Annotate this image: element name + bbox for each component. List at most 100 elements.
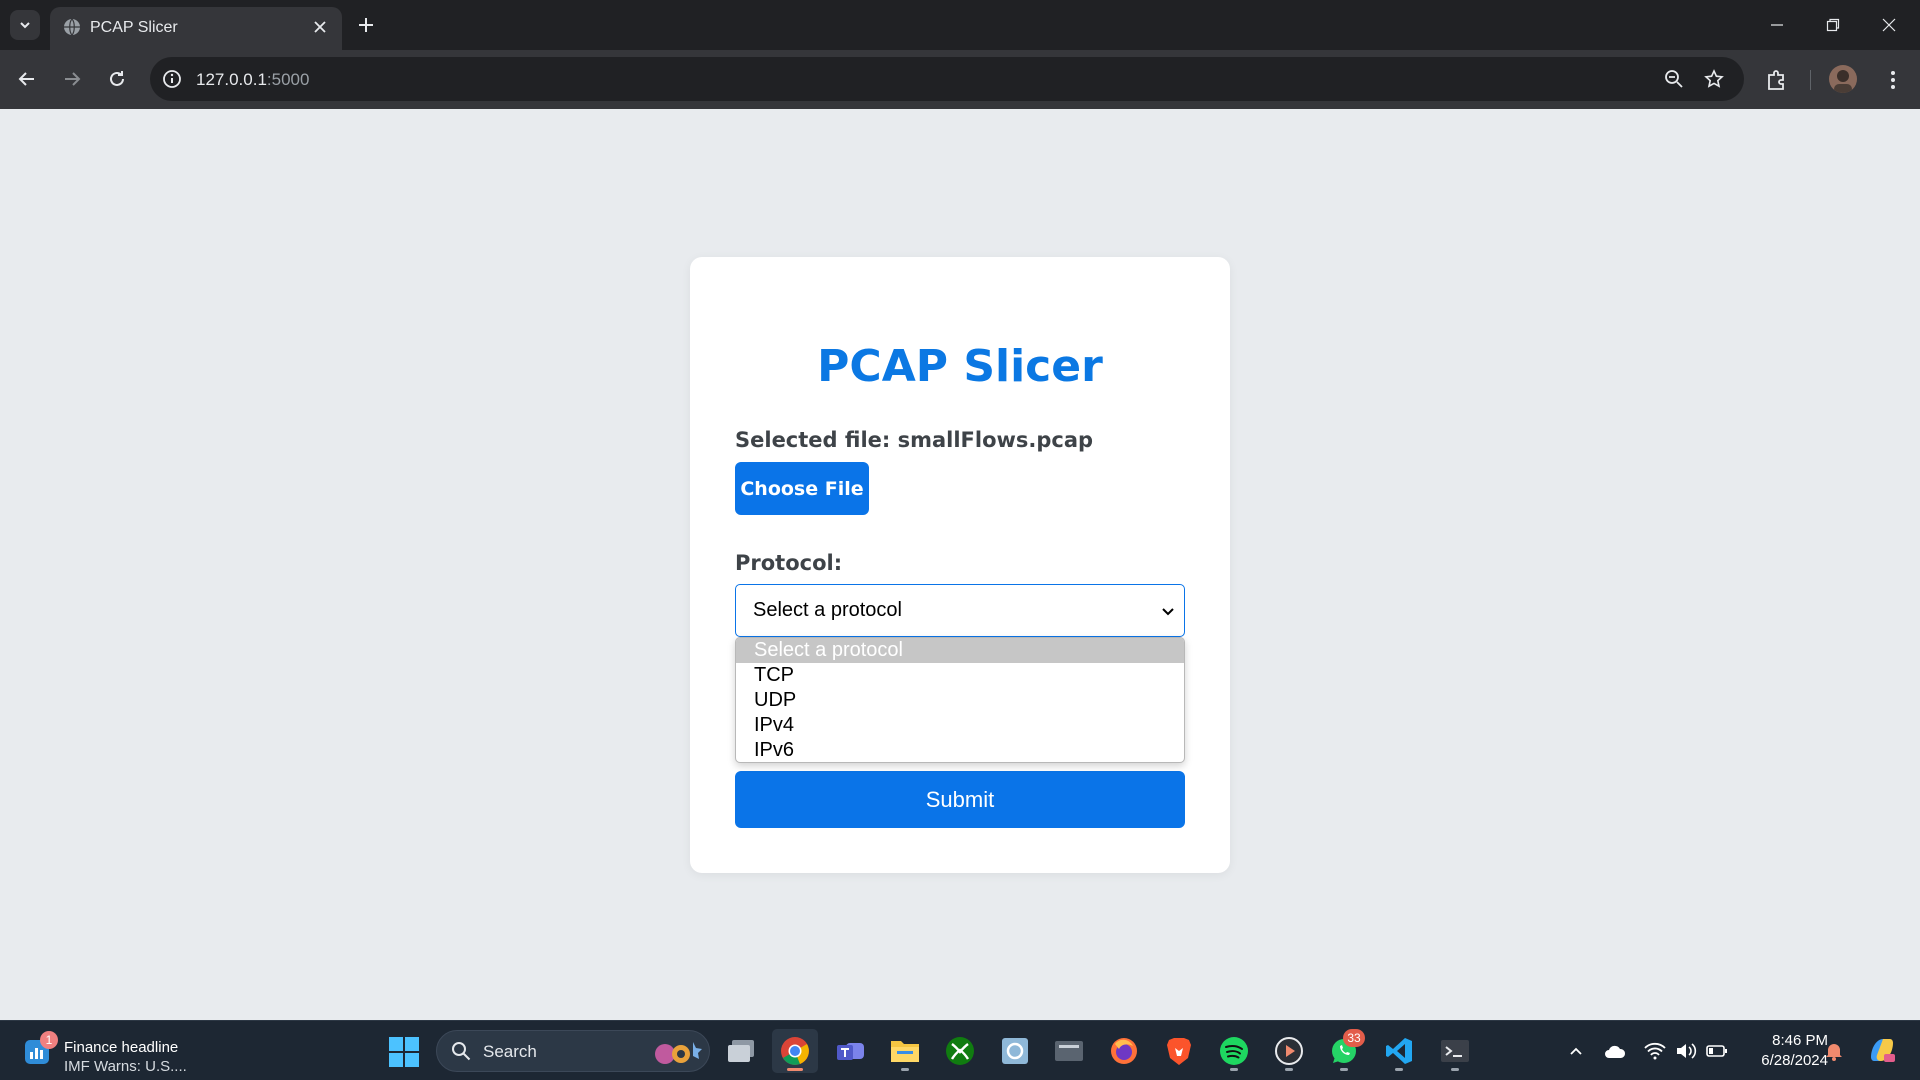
widget-badge: 1 [40,1031,58,1049]
clock-date: 6/28/2024 [1761,1052,1828,1069]
taskbar-search[interactable]: Search [436,1030,710,1072]
battery-icon [1706,1045,1727,1057]
tray-overflow-button[interactable] [1564,1039,1588,1063]
taskbar-task-view[interactable] [718,1029,764,1073]
minimize-button[interactable] [1749,0,1805,50]
tab-search-button[interactable] [10,10,40,40]
protocol-option-tcp[interactable]: TCP [736,663,1184,688]
taskbar-whatsapp[interactable]: 33 [1321,1029,1367,1073]
taskbar: 1 Finance headline IMF Warns: U.S.... Se… [0,1020,1920,1080]
toolbar-divider [1810,70,1811,90]
taskbar-brave[interactable] [1156,1029,1202,1073]
volume-button[interactable] [1674,1039,1698,1063]
back-button[interactable] [11,63,43,95]
close-window-button[interactable] [1861,0,1917,50]
xbox-icon [946,1037,974,1065]
restore-button[interactable] [1805,0,1861,50]
zoom-out-icon [1665,70,1683,88]
protocol-option-ipv4[interactable]: IPv4 [736,713,1184,738]
app-icon [1055,1041,1083,1061]
address-bar[interactable]: 127.0.0.1:5000 [150,57,1744,101]
spotify-icon [1220,1037,1248,1065]
battery-button[interactable] [1705,1039,1729,1063]
page-title: PCAP Slicer [817,341,1103,392]
notifications-button[interactable] [1822,1039,1846,1063]
brave-icon [1167,1038,1191,1065]
menu-button[interactable] [1879,66,1907,94]
news-widget[interactable]: 1 Finance headline IMF Warns: U.S.... [22,1029,222,1075]
taskbar-media-player[interactable] [1266,1029,1312,1073]
close-icon [1882,18,1896,32]
cloud-icon [1605,1045,1626,1058]
taskbar-vscode[interactable] [1376,1029,1422,1073]
tab-close-button[interactable] [308,15,332,39]
info-icon [163,70,181,88]
profile-avatar[interactable] [1829,65,1857,93]
copilot-button[interactable] [1866,1034,1898,1066]
arrow-right-icon [65,72,81,86]
windows-logo-icon [389,1037,419,1067]
search-highlight-icon [655,1042,702,1064]
running-indicator [1340,1068,1348,1071]
wifi-button[interactable] [1643,1039,1667,1063]
protocol-option-udp[interactable]: UDP [736,688,1184,713]
puzzle-icon [1768,70,1784,90]
submit-button[interactable]: Submit [735,771,1185,828]
chevron-down-icon [1162,608,1174,616]
star-icon [1704,69,1724,88]
protocol-select[interactable]: Select a protocol [735,584,1185,637]
url-host: 127.0.0.1 [196,70,267,89]
protocol-select-value: Select a protocol [753,599,902,621]
taskbar-firefox[interactable] [1101,1029,1147,1073]
taskbar-spotify[interactable] [1211,1029,1257,1073]
clock-time: 8:46 PM [1772,1032,1828,1049]
close-icon [314,21,326,33]
zoom-button[interactable] [1662,67,1686,91]
url-text: 127.0.0.1:5000 [196,70,309,90]
vscode-icon [1386,1038,1412,1064]
firefox-icon [1111,1038,1137,1064]
widget-subtitle: IMF Warns: U.S.... [64,1058,187,1075]
volume-icon [1677,1043,1697,1059]
new-tab-button[interactable] [351,10,381,40]
search-label: Search [483,1042,537,1061]
browser-toolbar: 127.0.0.1:5000 [0,50,1920,109]
play-icon [1275,1037,1303,1065]
active-indicator [787,1068,803,1071]
tab-title: PCAP Slicer [90,19,178,36]
wifi-icon [1644,1042,1666,1060]
bookmark-button[interactable] [1702,67,1726,91]
taskbar-teams[interactable] [827,1029,873,1073]
running-indicator [1230,1068,1238,1071]
reload-icon [110,71,124,86]
copilot-icon [1871,1039,1895,1062]
selected-file-label: Selected file: smallFlows.pcap [735,428,1094,452]
taskbar-file-explorer[interactable] [882,1029,928,1073]
protocol-option-ipv6[interactable]: IPv6 [736,738,1184,762]
protocol-option-placeholder[interactable]: Select a protocol [736,638,1184,663]
arrow-left-icon [18,72,34,86]
start-button[interactable] [389,1037,419,1067]
taskbar-xbox[interactable] [937,1029,983,1073]
reload-button[interactable] [101,63,133,95]
site-info-button[interactable] [160,67,184,91]
browser-tab[interactable]: PCAP Slicer [50,7,342,50]
chevron-up-icon [1570,1047,1582,1055]
choose-file-button[interactable]: Choose File [735,462,869,515]
running-indicator [1395,1068,1403,1071]
app-icon [1002,1038,1028,1064]
onedrive-button[interactable] [1603,1039,1627,1063]
taskbar-terminal[interactable] [1432,1029,1478,1073]
forward-button[interactable] [56,63,88,95]
running-indicator [1285,1068,1293,1071]
extensions-button[interactable] [1762,66,1790,94]
taskbar-chrome[interactable] [772,1029,818,1073]
bell-icon [1826,1044,1842,1061]
task-view-icon [728,1040,754,1062]
taskbar-app-6[interactable] [992,1029,1038,1073]
tab-strip: PCAP Slicer [0,0,1920,50]
widget-title: Finance headline [64,1039,179,1056]
taskbar-app-7[interactable] [1046,1029,1092,1073]
protocol-label: Protocol: [735,551,843,575]
taskbar-clock[interactable]: 8:46 PM 6/28/2024 [1738,1031,1828,1071]
